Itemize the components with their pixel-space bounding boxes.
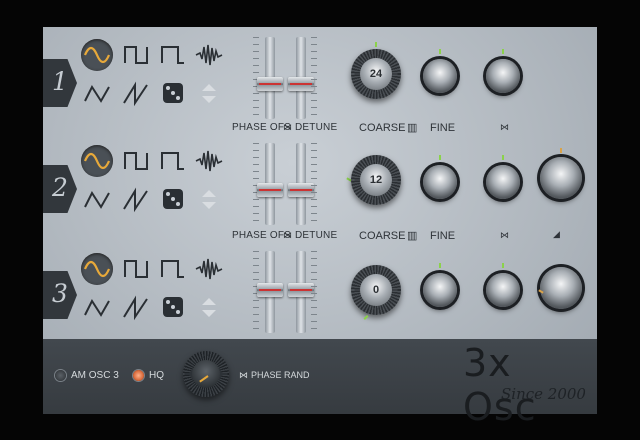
coarse-label: COARSE xyxy=(359,122,406,134)
detune-label: DETUNE xyxy=(295,230,338,241)
link-icon[interactable]: ⋈ xyxy=(283,230,292,241)
triangle-icon[interactable] xyxy=(81,77,113,109)
ramp-icon: ◢ xyxy=(553,229,560,239)
osc-row-3: 3 0 xyxy=(43,247,597,353)
noise-icon[interactable] xyxy=(193,39,225,71)
coarse-value: 24 xyxy=(369,68,383,80)
sine-icon[interactable] xyxy=(81,253,113,285)
stereo-link-icon[interactable]: ⋈ xyxy=(500,230,509,241)
coarse-label: COARSE xyxy=(359,230,406,242)
stereo-phase-knob[interactable] xyxy=(486,59,520,93)
osc-2-number: 2 xyxy=(52,173,68,202)
sine-icon[interactable] xyxy=(81,39,113,71)
volume-indicator xyxy=(560,148,562,153)
detune-label: DETUNE xyxy=(295,122,338,133)
dice-icon[interactable] xyxy=(157,291,189,323)
fine-knob[interactable] xyxy=(423,59,457,93)
dice-icon[interactable] xyxy=(157,183,189,215)
hq-radio[interactable] xyxy=(133,370,144,381)
phase-rand-pointer xyxy=(199,375,209,383)
dice-icon[interactable] xyxy=(157,77,189,109)
square-icon[interactable] xyxy=(120,145,152,177)
noise-icon[interactable] xyxy=(193,253,225,285)
saw-icon[interactable] xyxy=(120,291,152,323)
fine-knob[interactable] xyxy=(423,273,457,307)
fine-indicator xyxy=(439,155,441,160)
volume-knob[interactable] xyxy=(540,267,582,309)
osc-1-number: 1 xyxy=(52,67,68,96)
hq-label: HQ xyxy=(149,370,164,381)
fine-label: FINE xyxy=(430,122,456,134)
coarse-indicator xyxy=(375,42,377,47)
stereo-phase-knob[interactable] xyxy=(486,273,520,307)
updown-icon[interactable] xyxy=(193,291,225,323)
sine-icon[interactable] xyxy=(81,145,113,177)
coarse-knob[interactable]: 0 xyxy=(351,265,401,315)
stereo-phase-indicator xyxy=(502,49,504,54)
updown-icon[interactable] xyxy=(193,77,225,109)
stereo-link-icon[interactable]: ⋈ xyxy=(500,122,509,133)
stereo-phase-indicator xyxy=(502,155,504,160)
am-osc3-radio[interactable] xyxy=(55,370,66,381)
link-icon[interactable]: ⋈ xyxy=(283,122,292,133)
phase-rand-knob[interactable] xyxy=(183,351,229,397)
coarse-value: 12 xyxy=(369,174,383,186)
osc-row-1: 1 PHASE OFS ⋈ DETUNE 24 COARSE ▥ FINE ⋈ xyxy=(43,35,597,141)
plugin-subtitle: Since 2000 xyxy=(501,385,586,403)
osc-1-tab[interactable]: 1 xyxy=(43,59,77,107)
fine-indicator xyxy=(439,263,441,268)
phase-ofs-fader[interactable] xyxy=(257,183,283,197)
pulse-icon[interactable] xyxy=(157,145,189,177)
osc-3-tab[interactable]: 3 xyxy=(43,271,77,319)
pulse-icon[interactable] xyxy=(157,253,189,285)
bottom-bar: AM OSC 3 HQ ⋈ PHASE RAND 3x Osc Since 20… xyxy=(43,339,597,429)
phase-rand-label: PHASE RAND xyxy=(251,370,310,380)
phase-ofs-fader[interactable] xyxy=(257,77,283,91)
3x-osc-plugin: 1 PHASE OFS ⋈ DETUNE 24 COARSE ▥ FINE ⋈ … xyxy=(43,27,597,429)
stereo-phase-knob[interactable] xyxy=(486,165,520,199)
fine-indicator xyxy=(439,49,441,54)
coarse-knob[interactable]: 24 xyxy=(351,49,401,99)
keyboard-icon[interactable]: ▥ xyxy=(407,121,417,134)
detune-scale xyxy=(311,37,317,119)
stereo-phase-indicator xyxy=(502,263,504,268)
noise-icon[interactable] xyxy=(193,145,225,177)
phase-rand-link-icon[interactable]: ⋈ xyxy=(239,370,248,381)
phase-ofs-fader[interactable] xyxy=(257,283,283,297)
keyboard-icon[interactable]: ▥ xyxy=(407,229,417,242)
saw-icon[interactable] xyxy=(120,183,152,215)
triangle-icon[interactable] xyxy=(81,291,113,323)
osc-row-2: 2 PHASE OFS ⋈ DETUNE 12 COARSE ▥ FINE ⋈ … xyxy=(43,141,597,247)
saw-icon[interactable] xyxy=(120,77,152,109)
fine-knob[interactable] xyxy=(423,165,457,199)
osc-2-tab[interactable]: 2 xyxy=(43,165,77,213)
am-osc3-label: AM OSC 3 xyxy=(71,370,119,381)
osc-3-number: 3 xyxy=(52,279,68,308)
coarse-knob[interactable]: 12 xyxy=(351,155,401,205)
pulse-icon[interactable] xyxy=(157,39,189,71)
square-icon[interactable] xyxy=(120,253,152,285)
fine-label: FINE xyxy=(430,230,456,242)
coarse-value: 0 xyxy=(372,284,380,296)
detune-scale xyxy=(311,251,317,333)
detune-scale xyxy=(311,143,317,225)
square-icon[interactable] xyxy=(120,39,152,71)
coarse-indicator xyxy=(363,315,369,320)
updown-icon[interactable] xyxy=(193,183,225,215)
triangle-icon[interactable] xyxy=(81,183,113,215)
volume-knob[interactable] xyxy=(540,157,582,199)
